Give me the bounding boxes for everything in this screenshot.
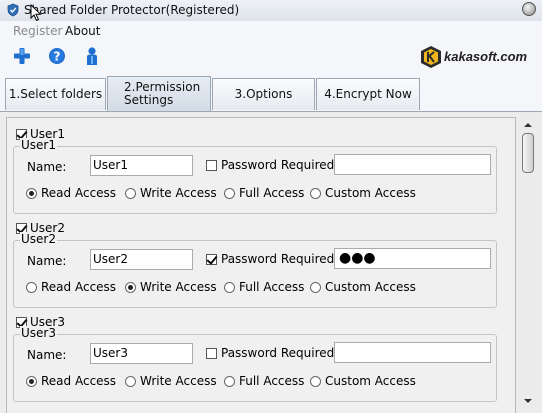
password-required-label: Password Required (221, 252, 335, 266)
radio-label: Write Access (140, 280, 217, 294)
name-label: Name: (27, 254, 67, 268)
radio-dot[interactable] (224, 281, 235, 293)
checkbox-box[interactable] (206, 253, 217, 265)
name-input[interactable]: User3 (90, 343, 193, 364)
password-required-checkbox[interactable]: Password Required (206, 158, 334, 172)
tab-options[interactable]: 3.Options (212, 78, 315, 110)
radio-dot[interactable] (125, 375, 136, 387)
radio-label: Read Access (41, 374, 117, 388)
radio-dot[interactable] (125, 281, 136, 293)
group-legend: User3 (20, 326, 57, 340)
password-input[interactable] (334, 342, 491, 363)
toolbar: ? kakasoft.com (0, 40, 542, 74)
radio-custom-access[interactable]: Custom Access (310, 280, 416, 294)
scrollbar-thumb[interactable] (522, 133, 534, 173)
radio-full-access[interactable]: Full Access (224, 280, 304, 294)
tab-permission-settings[interactable]: 2.Permission Settings (107, 76, 211, 111)
password-required-label: Password Required (221, 158, 335, 172)
radio-dot[interactable] (224, 187, 235, 199)
logo-text: kakasoft.com (444, 49, 528, 64)
users-scroll-panel: User1 User1 Name: User1 Password Require… (6, 117, 516, 413)
user-group-box: User1 Name: User1 Password Required Read… (13, 138, 497, 214)
shield-icon (7, 3, 19, 17)
radio-read-access[interactable]: Read Access (26, 280, 116, 294)
radio-dot[interactable] (26, 281, 37, 293)
radio-dot[interactable] (310, 187, 321, 199)
radio-full-access[interactable]: Full Access (224, 186, 304, 200)
tab-select-folders[interactable]: 1.Select folders (5, 78, 106, 110)
radio-label: Custom Access (325, 280, 416, 294)
checkbox-box[interactable] (206, 159, 217, 171)
tab-strip: 1.Select folders 2.Permission Settings 3… (0, 74, 542, 112)
radio-write-access[interactable]: Write Access (125, 280, 217, 294)
user-icon[interactable] (82, 46, 102, 66)
access-radio-group: Read Access Write Access Full Access Cus… (26, 280, 496, 298)
radio-label: Full Access (239, 186, 305, 200)
password-input[interactable]: ●●● (334, 248, 491, 269)
radio-label: Full Access (239, 374, 305, 388)
mouse-cursor-icon (30, 4, 42, 22)
radio-label: Full Access (239, 280, 305, 294)
title-bar: Shared Folder Protector(Registered) (0, 0, 542, 22)
access-radio-group: Read Access Write Access Full Access Cus… (26, 374, 496, 392)
radio-write-access[interactable]: Write Access (125, 374, 217, 388)
password-required-label: Password Required (221, 346, 335, 360)
radio-label: Custom Access (325, 374, 416, 388)
plus-icon[interactable] (12, 46, 32, 66)
radio-label: Write Access (140, 374, 217, 388)
radio-dot[interactable] (310, 375, 321, 387)
checkbox-box[interactable] (206, 347, 217, 359)
kakasoft-logo-icon (421, 46, 441, 68)
radio-read-access[interactable]: Read Access (26, 374, 116, 388)
vertical-scrollbar[interactable] (520, 117, 536, 413)
access-radio-group: Read Access Write Access Full Access Cus… (26, 186, 496, 204)
menu-register[interactable]: Register (13, 24, 62, 38)
password-input[interactable] (334, 154, 491, 175)
user-block: User3 User3 Name: User3 Password Require… (7, 312, 515, 406)
name-label: Name: (27, 160, 67, 174)
radio-label: Write Access (140, 186, 217, 200)
svg-text:?: ? (54, 50, 61, 64)
menu-about[interactable]: About (65, 24, 100, 38)
radio-dot[interactable] (125, 187, 136, 199)
radio-label: Read Access (41, 186, 117, 200)
user-group-box: User3 Name: User3 Password Required Read… (13, 326, 497, 402)
password-required-checkbox[interactable]: Password Required (206, 346, 334, 360)
radio-label: Read Access (41, 280, 117, 294)
name-input[interactable]: User2 (90, 249, 193, 270)
help-icon[interactable]: ? (47, 46, 67, 66)
scroll-down-arrow-icon[interactable] (520, 395, 536, 407)
radio-read-access[interactable]: Read Access (26, 186, 116, 200)
radio-dot[interactable] (26, 375, 37, 387)
kakasoft-logo: kakasoft.com (420, 45, 532, 69)
radio-write-access[interactable]: Write Access (125, 186, 217, 200)
name-input[interactable]: User1 (90, 155, 193, 176)
password-required-checkbox[interactable]: Password Required (206, 252, 334, 266)
user-block: User1 User1 Name: User1 Password Require… (7, 124, 515, 218)
tab-encrypt-now[interactable]: 4.Encrypt Now (316, 78, 420, 110)
scroll-up-arrow-icon[interactable] (520, 119, 536, 131)
user-block: User2 User2 Name: User2 Password Require… (7, 218, 515, 312)
radio-custom-access[interactable]: Custom Access (310, 374, 416, 388)
radio-dot[interactable] (26, 187, 37, 199)
radio-dot[interactable] (310, 281, 321, 293)
content-area: User1 User1 Name: User1 Password Require… (0, 112, 542, 413)
menu-bar: Register About (0, 21, 542, 40)
name-label: Name: (27, 348, 67, 362)
radio-full-access[interactable]: Full Access (224, 374, 304, 388)
window-title: Shared Folder Protector(Registered) (24, 3, 240, 17)
radio-dot[interactable] (224, 375, 235, 387)
user-group-box: User2 Name: User2 Password Required ●●● … (13, 232, 497, 308)
minimize-button[interactable] (522, 2, 536, 16)
radio-custom-access[interactable]: Custom Access (310, 186, 416, 200)
group-legend: User2 (20, 232, 57, 246)
radio-label: Custom Access (325, 186, 416, 200)
group-legend: User1 (20, 138, 57, 152)
